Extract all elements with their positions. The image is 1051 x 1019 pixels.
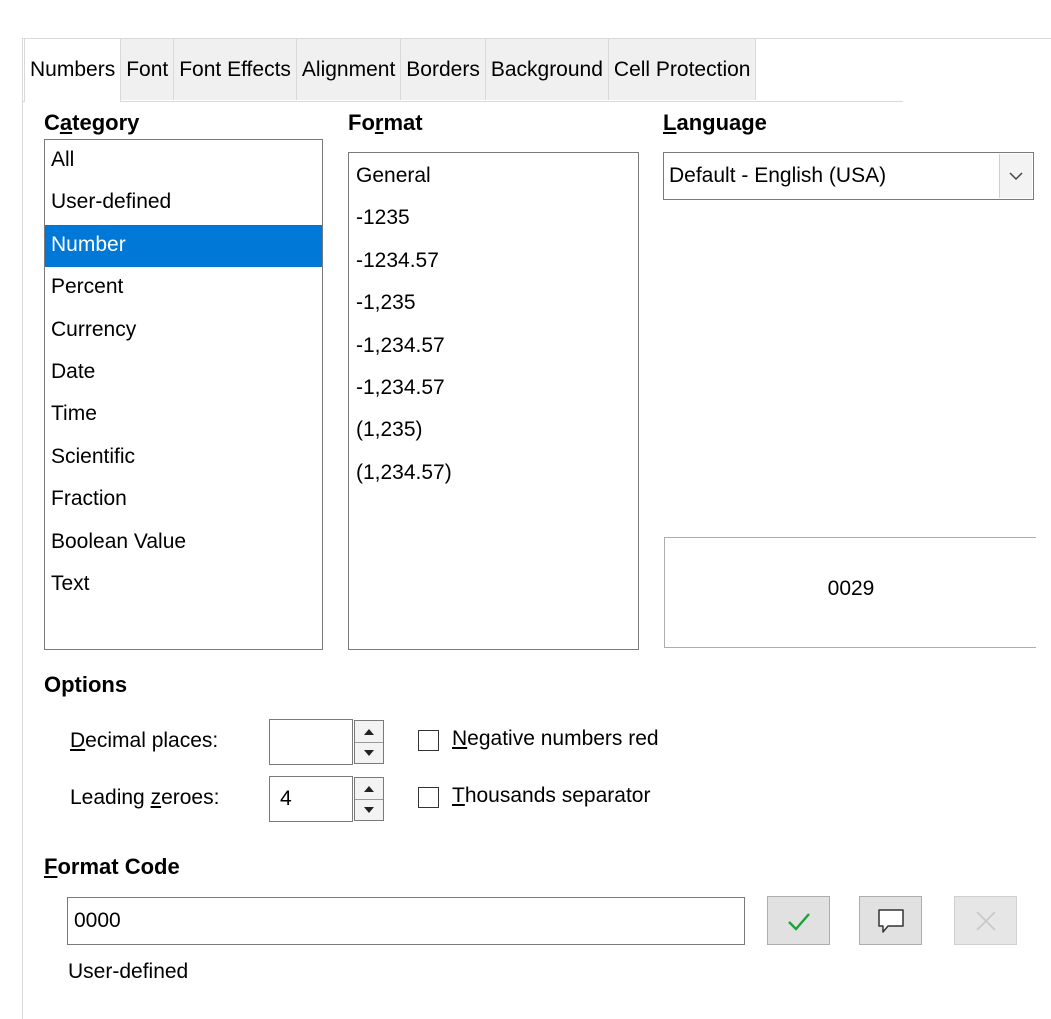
add-comment-button[interactable] (859, 896, 922, 945)
chevron-down-icon (1009, 172, 1023, 181)
decimal-places-label: Decimal places: (70, 729, 219, 752)
category-heading: Category (44, 110, 140, 135)
preview-value: 0029 (827, 577, 875, 600)
decimal-places-input[interactable] (269, 719, 353, 765)
list-item[interactable]: Text (45, 564, 322, 606)
checkmark-icon (787, 912, 810, 931)
preview-box: 0029 (664, 537, 1036, 648)
delete-icon (975, 910, 996, 931)
list-item[interactable]: User-defined (45, 182, 322, 224)
language-value: Default - English (USA) (669, 164, 887, 187)
leading-zeroes-spinner[interactable] (354, 777, 384, 821)
tab-underline (23, 101, 903, 102)
tab-background[interactable]: Background (484, 38, 609, 100)
list-item[interactable]: (1,234.57) (349, 452, 638, 494)
accept-button[interactable] (767, 896, 830, 945)
list-item[interactable]: -1,234.57 (349, 367, 638, 409)
tab-borders[interactable]: Borders (400, 38, 486, 100)
list-item[interactable]: All (45, 140, 322, 182)
negative-numbers-red-checkbox[interactable] (418, 730, 439, 751)
list-item[interactable]: Scientific (45, 437, 322, 479)
format-list[interactable]: General -1235 -1234.57 -1,235 -1,234.57 … (348, 152, 639, 650)
thousands-separator-label[interactable]: Thousands separator (452, 784, 650, 808)
decimal-places-spinner[interactable] (354, 720, 384, 764)
format-code-input[interactable]: 0000 (67, 897, 745, 945)
list-item[interactable]: Percent (45, 267, 322, 309)
format-heading: Format (348, 110, 423, 135)
list-item[interactable]: -1235 (349, 197, 638, 239)
format-code-heading: Format Code (44, 854, 180, 879)
delete-button[interactable] (954, 896, 1017, 945)
leading-zeroes-input[interactable]: 4 (269, 776, 353, 822)
negative-numbers-red-label[interactable]: Negative numbers red (452, 727, 659, 751)
options-heading: Options (44, 672, 128, 697)
format-description: User-defined (68, 960, 189, 983)
tab-font-effects[interactable]: Font Effects (173, 38, 297, 100)
language-heading: Language (663, 110, 767, 135)
tab-alignment[interactable]: Alignment (295, 38, 402, 100)
thousands-separator-checkbox[interactable] (418, 787, 439, 808)
tab-font[interactable]: Font (120, 38, 175, 100)
list-item[interactable]: Boolean Value (45, 522, 322, 564)
list-item[interactable]: Number (45, 224, 322, 268)
category-list[interactable]: All User-defined Number Percent Currency… (44, 139, 323, 650)
list-item[interactable]: Date (45, 352, 322, 394)
spin-up-icon[interactable] (355, 778, 383, 800)
list-item[interactable]: -1,234.57 (349, 325, 638, 367)
spin-up-icon[interactable] (355, 721, 383, 743)
tab-numbers[interactable]: Numbers (24, 38, 122, 102)
language-select[interactable]: Default - English (USA) (663, 152, 1034, 200)
list-item[interactable]: Fraction (45, 479, 322, 521)
language-dropdown-button[interactable] (999, 154, 1032, 198)
spin-down-icon[interactable] (355, 742, 383, 763)
list-item[interactable]: (1,235) (349, 409, 638, 451)
list-item[interactable]: Time (45, 394, 322, 436)
list-item[interactable]: -1,235 (349, 282, 638, 324)
list-item[interactable]: -1234.57 (349, 240, 638, 282)
comment-icon (877, 908, 904, 933)
list-item[interactable]: Currency (45, 310, 322, 352)
list-item[interactable]: General (349, 155, 638, 197)
tab-bar: Numbers Font Font Effects Alignment Bord… (24, 38, 757, 102)
leading-zeroes-label: Leading zeroes: (70, 786, 220, 809)
tab-cell-protection[interactable]: Cell Protection (607, 38, 757, 100)
spin-down-icon[interactable] (355, 799, 383, 820)
